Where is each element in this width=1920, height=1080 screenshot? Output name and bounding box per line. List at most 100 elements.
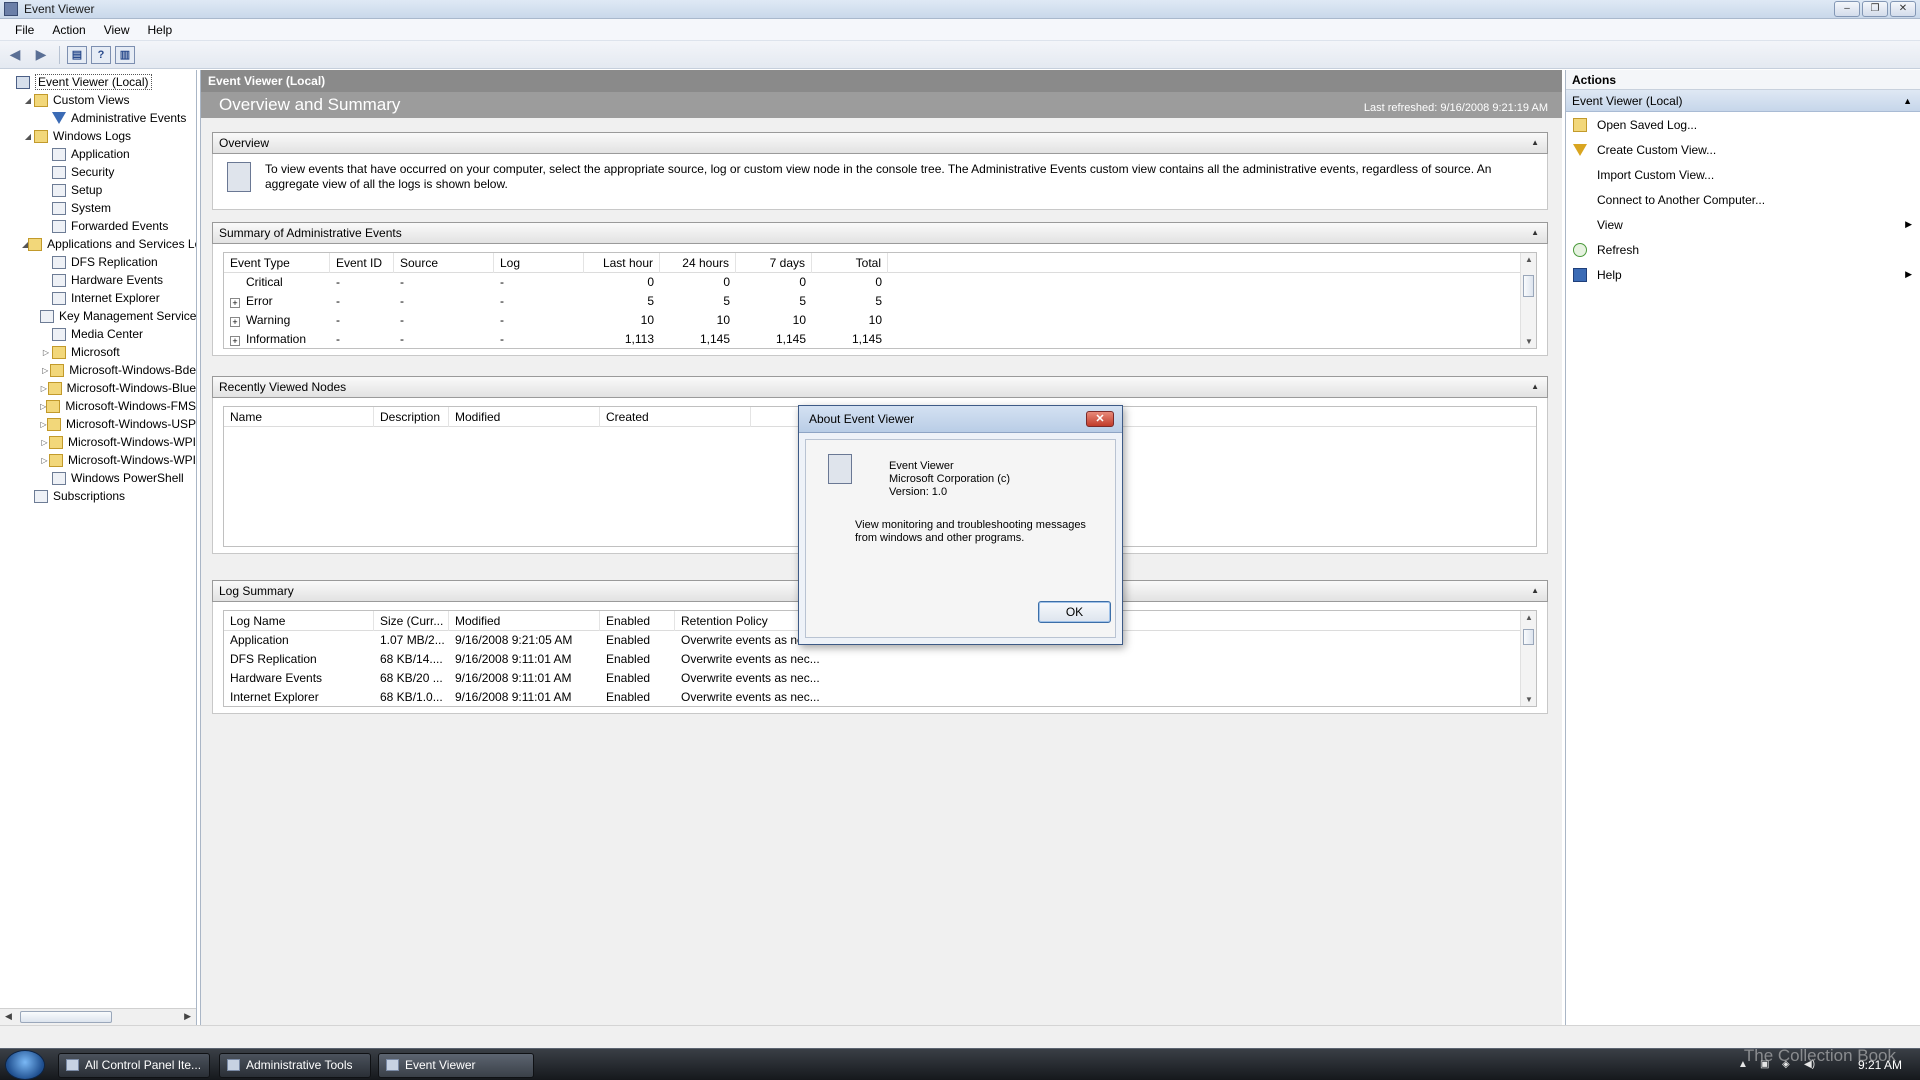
table-row[interactable]: Hardware Events 68 KB/20 ... 9/16/2008 9:1… (224, 669, 1536, 688)
menu-view[interactable]: View (95, 23, 139, 37)
tree-custom-views[interactable]: ◢ Custom Views (0, 91, 196, 109)
taskbar-item-control-panel[interactable]: All Control Panel Ite... (58, 1053, 210, 1078)
table-row[interactable]: + Information - - - 1,113 1,145 1,145 1,145 (224, 330, 1536, 348)
table-row[interactable]: Critical - - - 0 0 0 0 (224, 273, 1536, 292)
expand-arrow-icon[interactable]: ▷ (40, 456, 49, 465)
dialog-close-icon[interactable]: ✕ (1086, 411, 1114, 427)
actions-group-header[interactable]: Event Viewer (Local) ▲ (1566, 90, 1920, 112)
expand-plus-icon[interactable]: + (230, 336, 240, 346)
col-description[interactable]: Description (374, 407, 449, 427)
tree-microsoft-windows-blue[interactable]: ▷ Microsoft-Windows-Blue (0, 379, 196, 397)
tree-event-viewer-local[interactable]: Event Viewer (Local) (0, 73, 196, 91)
menu-help[interactable]: Help (139, 23, 182, 37)
tree-microsoft-windows-wpi-2[interactable]: ▷ Microsoft-Windows-WPI (0, 451, 196, 469)
col-log-name[interactable]: Log Name (224, 611, 374, 631)
col-enabled[interactable]: Enabled (600, 611, 675, 631)
collapse-icon[interactable]: ▲ (1903, 90, 1912, 112)
tree-subscriptions[interactable]: Subscriptions (0, 487, 196, 505)
scroll-down-icon[interactable]: ▼ (1521, 337, 1536, 346)
help-icon[interactable]: ? (91, 45, 111, 64)
col-size[interactable]: Size (Curr... (374, 611, 449, 631)
col-24-hours[interactable]: 24 hours (660, 253, 736, 273)
col-source[interactable]: Source (394, 253, 494, 273)
taskbar-item-administrative-tools[interactable]: Administrative Tools (219, 1053, 371, 1078)
tree-media-center[interactable]: Media Center (0, 325, 196, 343)
tree-microsoft[interactable]: ▷ Microsoft (0, 343, 196, 361)
expand-arrow-icon[interactable]: ▷ (40, 366, 50, 375)
table-row[interactable]: Internet Explorer 68 KB/1.0... 9/16/2008 9… (224, 688, 1536, 706)
scroll-left-icon[interactable]: ◀ (5, 1011, 12, 1022)
show-hide-action-pane-icon[interactable]: ▥ (115, 45, 135, 64)
col-log[interactable]: Log (494, 253, 584, 273)
scroll-down-icon[interactable]: ▼ (1521, 695, 1536, 704)
scroll-right-icon[interactable]: ▶ (184, 1011, 191, 1022)
action-refresh[interactable]: Refresh (1566, 237, 1920, 262)
tree-application[interactable]: Application (0, 145, 196, 163)
action-connect-another-computer[interactable]: Connect to Another Computer... (1566, 187, 1920, 212)
col-modified[interactable]: Modified (449, 407, 600, 427)
tree-applications-and-services[interactable]: ◢ Applications and Services Lo (0, 235, 196, 253)
action-open-saved-log[interactable]: Open Saved Log... (1566, 112, 1920, 137)
tree-security[interactable]: Security (0, 163, 196, 181)
col-last-hour[interactable]: Last hour (584, 253, 660, 273)
log-vertical-scrollbar[interactable]: ▲ ▼ (1520, 611, 1536, 706)
start-button[interactable] (5, 1050, 45, 1080)
tree-microsoft-windows-fms[interactable]: ▷ Microsoft-Windows-FMS (0, 397, 196, 415)
collapse-arrow-icon[interactable]: ◢ (22, 132, 34, 141)
ok-button[interactable]: OK (1038, 601, 1111, 623)
back-arrow-icon[interactable]: ◀ (4, 45, 26, 65)
expand-arrow-icon[interactable]: ▷ (40, 348, 52, 357)
tree-windows-powershell[interactable]: Windows PowerShell (0, 469, 196, 487)
recent-header[interactable]: Recently Viewed Nodes ▲ (212, 376, 1548, 398)
tree-administrative-events[interactable]: Administrative Events (0, 109, 196, 127)
col-created[interactable]: Created (600, 407, 751, 427)
col-event-id[interactable]: Event ID (330, 253, 394, 273)
tree-forwarded-events[interactable]: Forwarded Events (0, 217, 196, 235)
col-7-days[interactable]: 7 days (736, 253, 812, 273)
collapse-icon[interactable]: ▲ (1531, 377, 1539, 397)
tree-hardware-events[interactable]: Hardware Events (0, 271, 196, 289)
summary-grid[interactable]: Event Type Event ID Source Log Last hour… (223, 252, 1537, 349)
console-tree[interactable]: Event Viewer (Local) ◢ Custom Views Adminis… (0, 70, 197, 1025)
menu-file[interactable]: File (6, 23, 43, 37)
tree-windows-logs[interactable]: ◢ Windows Logs (0, 127, 196, 145)
minimize-icon[interactable]: – (1834, 1, 1860, 17)
scroll-thumb[interactable] (1523, 629, 1534, 645)
restore-icon[interactable]: ❐ (1862, 1, 1888, 17)
expand-arrow-icon[interactable]: ▷ (40, 438, 49, 447)
table-row[interactable]: + Error - - - 5 5 5 5 (224, 292, 1536, 311)
tree-system[interactable]: System (0, 199, 196, 217)
col-event-type[interactable]: Event Type (224, 253, 330, 273)
scroll-up-icon[interactable]: ▲ (1521, 255, 1536, 264)
tree-dfs-replication[interactable]: DFS Replication (0, 253, 196, 271)
summary-header[interactable]: Summary of Administrative Events ▲ (212, 222, 1548, 244)
action-help[interactable]: Help ▶ (1566, 262, 1920, 287)
collapse-arrow-icon[interactable]: ◢ (22, 96, 34, 105)
collapse-icon[interactable]: ▲ (1531, 223, 1539, 243)
tree-key-management-service[interactable]: Key Management Service (0, 307, 196, 325)
taskbar-item-event-viewer[interactable]: Event Viewer (378, 1053, 534, 1078)
close-icon[interactable]: ✕ (1890, 1, 1916, 17)
action-view[interactable]: View ▶ (1566, 212, 1920, 237)
scroll-thumb[interactable] (20, 1011, 112, 1023)
expand-plus-icon[interactable]: + (230, 317, 240, 327)
overview-header[interactable]: Overview ▲ (212, 132, 1548, 154)
table-row[interactable]: + Warning - - - 10 10 10 10 (224, 311, 1536, 330)
summary-vertical-scrollbar[interactable]: ▲ ▼ (1520, 253, 1536, 348)
show-hide-console-tree-icon[interactable]: ▤ (67, 45, 87, 64)
tree-setup[interactable]: Setup (0, 181, 196, 199)
expand-arrow-icon[interactable]: ▷ (40, 384, 48, 393)
expand-arrow-icon[interactable]: ▷ (40, 420, 47, 429)
action-import-custom-view[interactable]: Import Custom View... (1566, 162, 1920, 187)
tree-microsoft-windows-wpi-1[interactable]: ▷ Microsoft-Windows-WPI (0, 433, 196, 451)
collapse-icon[interactable]: ▲ (1531, 133, 1539, 153)
tree-microsoft-windows-bde[interactable]: ▷ Microsoft-Windows-Bde (0, 361, 196, 379)
col-modified[interactable]: Modified (449, 611, 600, 631)
menu-action[interactable]: Action (43, 23, 94, 37)
action-create-custom-view[interactable]: Create Custom View... (1566, 137, 1920, 162)
tree-microsoft-windows-usp[interactable]: ▷ Microsoft-Windows-USP (0, 415, 196, 433)
table-row[interactable]: DFS Replication 68 KB/14.... 9/16/2008 9:1… (224, 650, 1536, 669)
scroll-up-icon[interactable]: ▲ (1521, 613, 1536, 622)
tree-internet-explorer[interactable]: Internet Explorer (0, 289, 196, 307)
col-total[interactable]: Total (812, 253, 888, 273)
